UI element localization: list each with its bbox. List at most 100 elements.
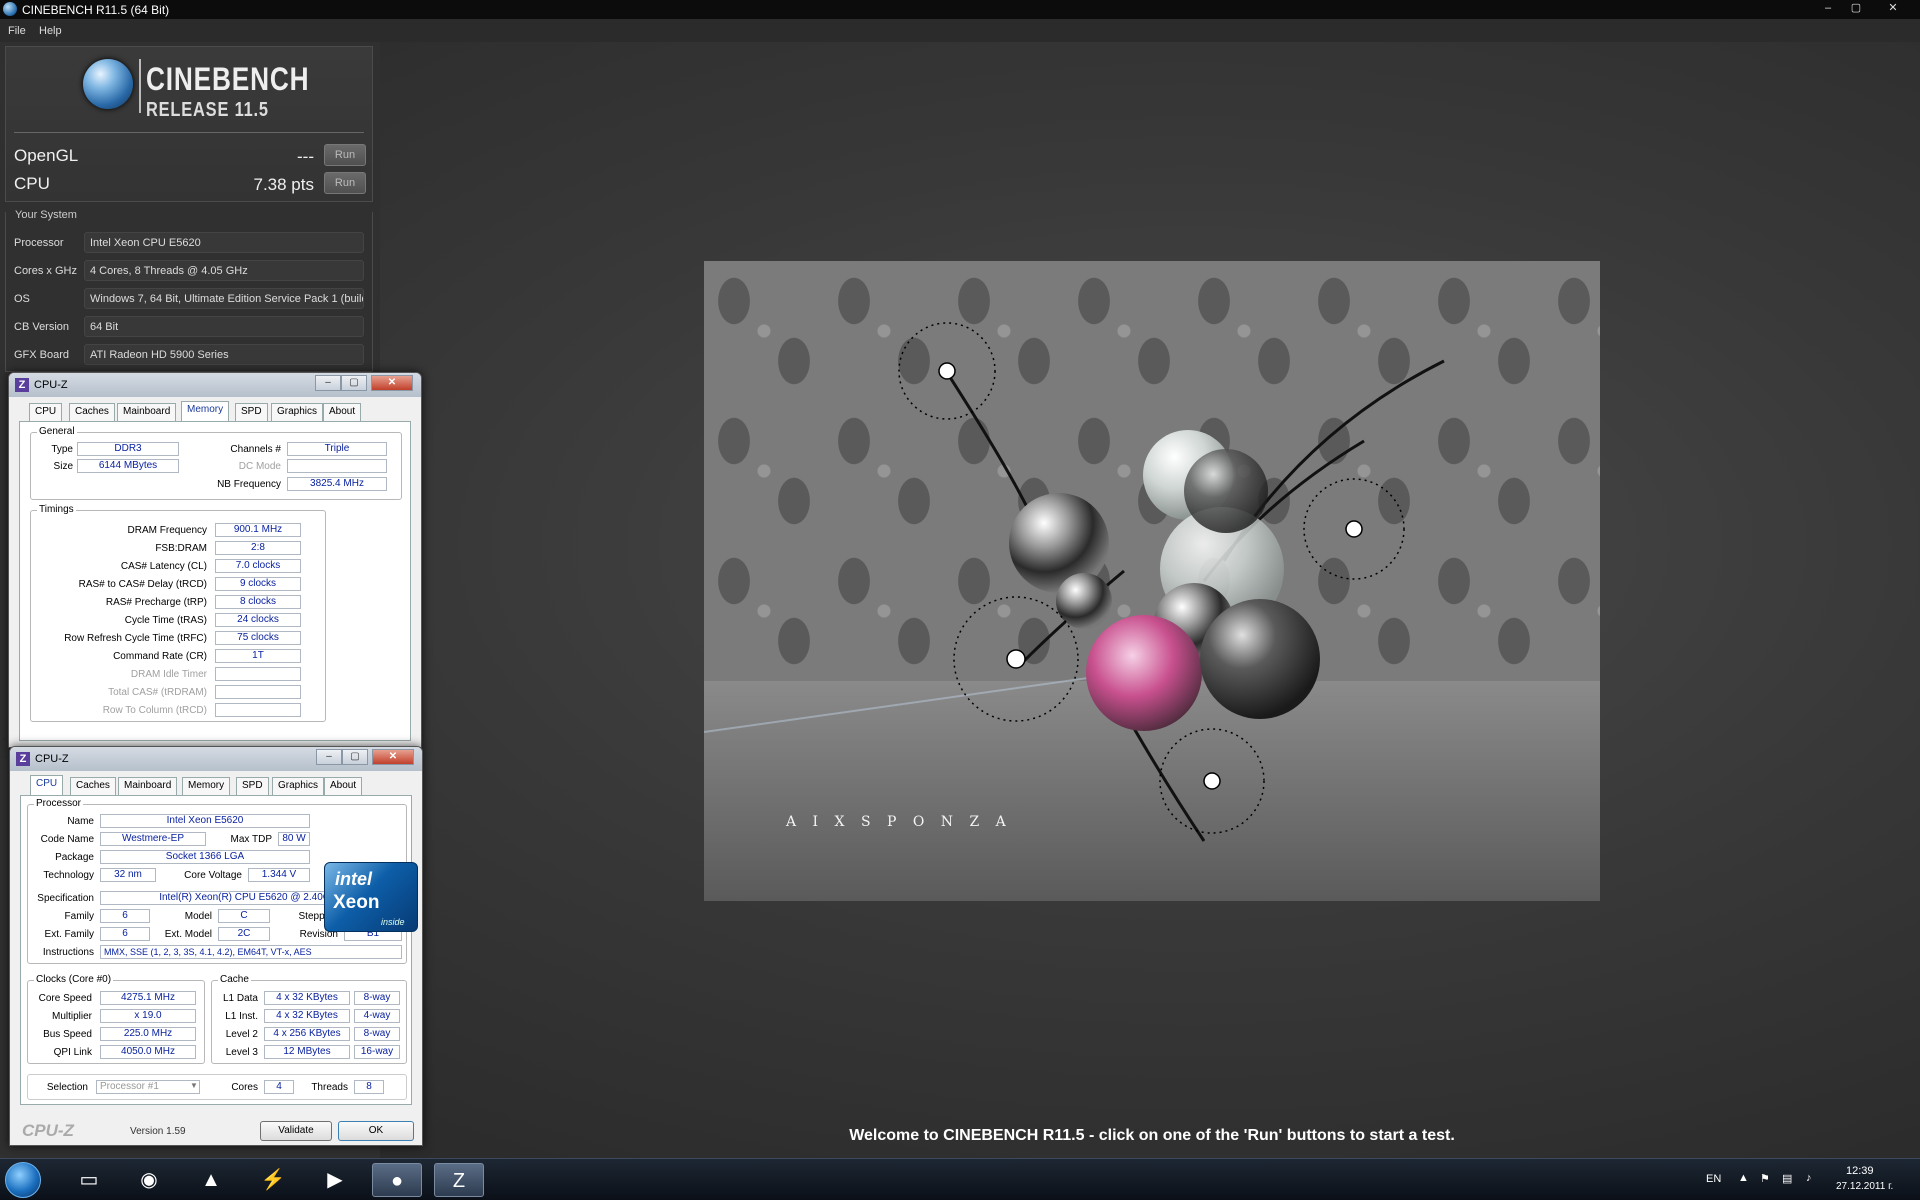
test-row-opengl: OpenGL --- Run (14, 144, 366, 168)
timing-value: 8 clocks (215, 595, 301, 609)
chevron-down-icon[interactable]: ▼ (190, 1081, 198, 1090)
tab-graphics[interactable]: Graphics (272, 777, 325, 795)
intel-xeon-logo: intel Xeon inside (324, 862, 418, 932)
menu-file[interactable]: File (8, 25, 26, 37)
minimize-button[interactable]: – (316, 749, 342, 765)
chrome-sphere (1056, 573, 1112, 629)
clock-time[interactable]: 12:39 (1846, 1165, 1874, 1177)
close-button[interactable]: ✕ (1880, 0, 1906, 17)
technology-field: 32 nm (100, 868, 156, 882)
ext-family-label: Ext. Family (44, 929, 94, 940)
timing-value (215, 685, 301, 699)
winamp-icon[interactable]: ⚡ (248, 1163, 298, 1197)
tray-expand-icon[interactable]: ▲ (1738, 1172, 1749, 1184)
dc-mode-label: DC Mode (238, 461, 281, 472)
package-label: Package (55, 852, 94, 863)
tab-spd[interactable]: SPD (236, 777, 269, 795)
tab-caches[interactable]: Caches (70, 777, 116, 795)
timing-label: Total CAS# (tRDRAM) (108, 687, 207, 698)
memory-tab-content: General Type DDR3 Size 6144 MBytes Chann… (19, 421, 411, 741)
xeon-product: Xeon (333, 892, 380, 913)
timing-value: 7.0 clocks (215, 559, 301, 573)
timing-label: Row To Column (tRCD) (102, 705, 207, 716)
restore-button[interactable]: ▢ (1843, 0, 1869, 17)
tab-graphics[interactable]: Graphics (271, 403, 324, 421)
ext-model-label: Ext. Model (164, 929, 212, 940)
cpuz-title-bar: Z CPU-Z – ▢ ✕ (9, 373, 421, 397)
cinebench-icon[interactable]: ● (372, 1163, 422, 1197)
cache-associativity: 16-way (354, 1045, 400, 1059)
vlc-icon[interactable]: ▲ (186, 1163, 236, 1197)
tab-memory[interactable]: Memory (182, 777, 231, 795)
test-label: OpenGL (14, 146, 79, 165)
timing-label: DRAM Idle Timer (130, 669, 207, 680)
channels-field: Triple (287, 442, 387, 456)
clock-value: 225.0 MHz (100, 1027, 196, 1041)
spheres-scene (898, 322, 1445, 842)
technology-label: Technology (43, 870, 94, 881)
explorer-icon[interactable]: ▭ (64, 1163, 114, 1197)
cpuz-logo-icon: Z (15, 378, 29, 392)
clock-label: Core Speed (38, 993, 92, 1004)
close-button[interactable]: ✕ (371, 375, 413, 391)
timing-value: 900.1 MHz (215, 523, 301, 537)
tab-mainboard[interactable]: Mainboard (118, 777, 178, 795)
restore-button[interactable]: ▢ (341, 375, 367, 391)
model-field: C (218, 909, 270, 923)
clock-label: Multiplier (51, 1011, 92, 1022)
cpuz-icon[interactable]: Z (434, 1163, 484, 1197)
ok-button[interactable]: OK (338, 1121, 414, 1141)
tab-memory[interactable]: Memory (181, 401, 230, 421)
validate-button[interactable]: Validate (260, 1121, 332, 1141)
start-button[interactable] (5, 1162, 41, 1198)
tab-spd[interactable]: SPD (235, 403, 268, 421)
media-player-icon[interactable]: ▶ (310, 1163, 360, 1197)
run-opengl-button[interactable]: Run (324, 144, 366, 166)
logo-name: CINEBENCH (146, 61, 310, 97)
system-value: 64 Bit (84, 316, 364, 337)
tab-cpu[interactable]: CPU (30, 775, 64, 795)
timings-group: Timings DRAM Frequency 900.1 MHz FSB:DRAM 2… (30, 504, 326, 722)
channels-label: Channels # (230, 444, 281, 455)
firefox-icon[interactable]: ◉ (124, 1163, 174, 1197)
flag-icon[interactable]: ⚑ (1760, 1172, 1770, 1185)
instructions-label: Instructions (42, 947, 94, 958)
max-tdp-label: Max TDP (230, 834, 273, 845)
tab-about[interactable]: About (324, 777, 363, 795)
tab-caches[interactable]: Caches (69, 403, 115, 421)
tab-mainboard[interactable]: Mainboard (117, 403, 177, 421)
general-group: General Type DDR3 Size 6144 MBytes Chann… (30, 426, 402, 500)
cpu-tab-content: Processor Name Intel Xeon E5620 Code Nam… (20, 795, 418, 1105)
tab-cpu[interactable]: CPU (29, 403, 63, 421)
instructions-field: MMX, SSE (1, 2, 3, 3S, 4.1, 4.2), EM64T,… (100, 945, 402, 959)
clock-date[interactable]: 27.12.2011 г. (1836, 1181, 1893, 1192)
render-image: A I X S P O N Z A (704, 261, 1600, 901)
selection-label: Selection (46, 1082, 88, 1093)
group-title: General (37, 426, 77, 437)
timing-label: RAS# Precharge (tRP) (105, 597, 207, 608)
system-row: CB Version 64 Bit (14, 316, 368, 338)
cache-size: 4 x 256 KBytes (264, 1027, 350, 1041)
cache-label: L1 Inst. (225, 1011, 258, 1022)
clocks-group: Clocks (Core #0) Core Speed 4275.1 MHz Mul… (27, 974, 205, 1064)
menu-help[interactable]: Help (39, 25, 62, 37)
language-indicator[interactable]: EN (1706, 1173, 1721, 1185)
timing-value: 1T (215, 649, 301, 663)
network-icon[interactable]: ▤ (1782, 1172, 1792, 1185)
system-value: Intel Xeon CPU E5620 (84, 232, 364, 253)
run-cpu-button[interactable]: Run (324, 172, 366, 194)
tab-about[interactable]: About (323, 403, 362, 421)
close-button[interactable]: ✕ (372, 749, 414, 765)
system-info-panel: Your System Processor Intel Xeon CPU E562… (5, 209, 373, 372)
restore-button[interactable]: ▢ (342, 749, 368, 765)
cpuz-brand: CPU-Z (22, 1121, 74, 1140)
type-field: DDR3 (77, 442, 179, 456)
size-field: 6144 MBytes (77, 459, 179, 473)
volume-icon[interactable]: ♪ (1806, 1172, 1812, 1184)
window-title: CPU-Z (34, 379, 68, 391)
minimize-button[interactable]: – (315, 375, 341, 391)
timing-label: CAS# Latency (CL) (120, 561, 207, 572)
max-tdp-field: 80 W (278, 832, 310, 846)
selection-dropdown[interactable]: Processor #1 (96, 1080, 200, 1094)
minimize-button[interactable]: – (1815, 0, 1841, 17)
